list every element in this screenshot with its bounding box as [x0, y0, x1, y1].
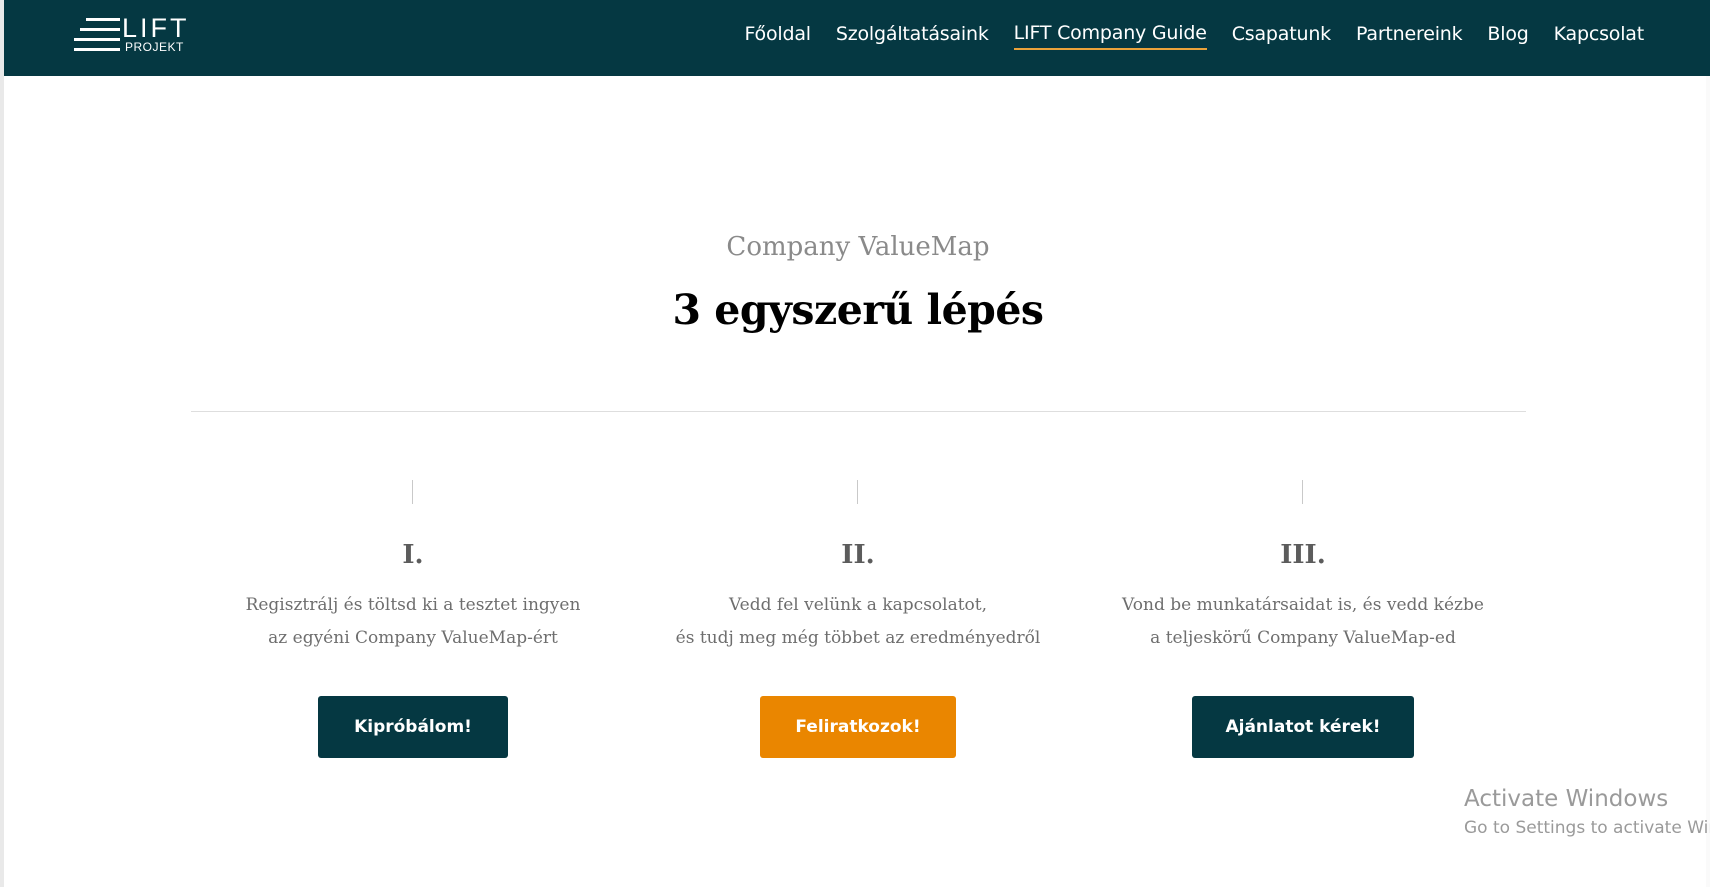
watermark-subtitle: Go to Settings to activate Windows. — [1464, 818, 1710, 838]
nav-item-blog[interactable]: Blog — [1487, 23, 1528, 49]
step-1-tick — [412, 480, 413, 504]
nav-item-fooldal[interactable]: Főoldal — [745, 23, 812, 49]
lift-projekt-logo[interactable]: LIFT PROJEKT — [74, 13, 190, 56]
section-subtitle: Company ValueMap — [726, 232, 990, 262]
step-1-numeral: I. — [402, 540, 424, 570]
section-divider — [191, 411, 1526, 412]
nav-item-lift-company-guide[interactable]: LIFT Company Guide — [1013, 22, 1207, 50]
step-2-text-line1: Vedd fel velünk a kapcsolatot, — [728, 595, 988, 615]
logo-projekt-text: PROJEKT — [125, 40, 184, 54]
nav-item-partnereink[interactable]: Partnereink — [1356, 23, 1463, 49]
left-border — [0, 0, 4, 887]
step-3-tick — [1302, 480, 1303, 504]
site-header: LIFT PROJEKT Főoldal Szolgáltatásaink LI… — [4, 0, 1710, 76]
ajanlatot-kerek-button[interactable]: Ajánlatot kérek! — [1192, 696, 1414, 758]
feliratkozok-button[interactable]: Feliratkozok! — [760, 696, 956, 758]
step-3-numeral: III. — [1280, 540, 1326, 570]
watermark-title: Activate Windows — [1464, 786, 1669, 812]
activate-windows-watermark: Activate Windows Go to Settings to activ… — [1464, 786, 1710, 838]
step-3-text-line2: a teljeskörű Company ValueMap-ed — [1150, 628, 1456, 648]
section-title: 3 egyszerű lépés — [672, 286, 1044, 334]
nav-item-kapcsolat[interactable]: Kapcsolat — [1554, 23, 1645, 49]
step-1-text-line2: az egyéni Company ValueMap-ért — [268, 628, 558, 648]
step-3-text-line1: Vond be munkatársaidat is, és vedd kézbe — [1122, 595, 1484, 615]
main-nav: Főoldal Szolgáltatásaink LIFT Company Gu… — [720, 22, 1645, 50]
step-2-text-line2: és tudj meg még többet az eredményedről — [675, 628, 1041, 648]
right-border — [1706, 0, 1710, 887]
step-2-tick — [857, 480, 858, 504]
logo-lift-text: LIFT — [122, 13, 190, 43]
nav-item-csapatunk[interactable]: Csapatunk — [1232, 23, 1331, 49]
step-2-numeral: II. — [841, 540, 875, 570]
nav-item-szolgaltatasaink[interactable]: Szolgáltatásaink — [836, 23, 989, 49]
step-1-text-line1: Regisztrálj és töltsd ki a tesztet ingye… — [245, 595, 581, 615]
kiprobalom-button[interactable]: Kipróbálom! — [318, 696, 508, 758]
